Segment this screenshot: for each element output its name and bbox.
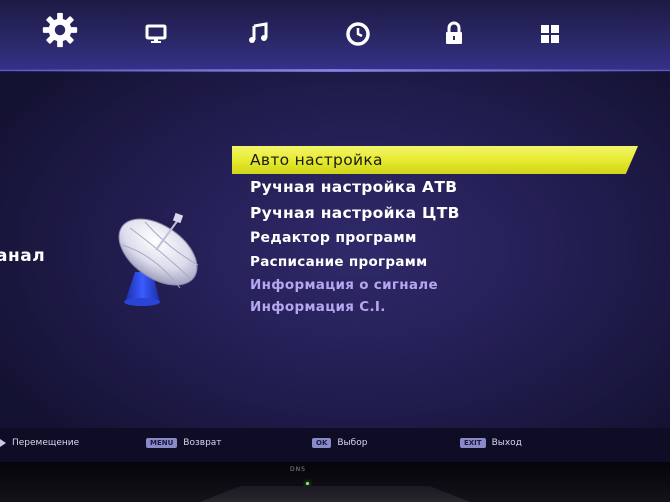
menu-item-signal-info: Информация о сигнале (250, 277, 438, 293)
monitor-icon (145, 24, 167, 43)
menu-item-ci-info: Информация C.I. (250, 299, 386, 315)
footer-hints: Перемещение MENU Возврат OK Выбор EXIT В… (0, 428, 670, 462)
menu-key-badge: MENU (146, 438, 178, 448)
menu-item-auto-tuning[interactable]: Авто настройка (232, 146, 638, 174)
tab-sound[interactable] (238, 14, 278, 54)
menu-item-manual-atv[interactable]: Ручная настройка АТВ (232, 174, 638, 200)
tab-picture[interactable] (136, 14, 176, 54)
hint-exit: EXIT Выход (460, 438, 522, 448)
clock-icon (346, 22, 370, 46)
ok-key-badge: OK (312, 438, 332, 448)
hint-back-label: Возврат (183, 438, 222, 448)
tab-lock[interactable] (434, 14, 474, 54)
windows-grid-icon (541, 25, 559, 43)
menu-item-manual-dtv[interactable]: Ручная настройка ЦТВ (232, 200, 638, 226)
exit-key-badge: EXIT (460, 438, 486, 448)
hint-back: MENU Возврат (146, 438, 222, 448)
top-tab-bar (0, 0, 670, 72)
arrow-icon (0, 439, 6, 447)
tv-bezel: DNS (0, 462, 670, 502)
gear-icon (42, 12, 78, 48)
tv-stand (200, 486, 470, 502)
music-note-icon (249, 22, 268, 43)
channel-setup-menu: Авто настройка Ручная настройка АТВ Ручн… (232, 146, 638, 318)
menu-item-schedule[interactable]: Расписание программ (232, 250, 638, 274)
tv-screen: анал Авто настройка Ручная настройка АТВ… (0, 0, 670, 462)
lock-icon (446, 21, 462, 44)
brand-logo: DNS (290, 466, 306, 473)
tab-settings[interactable] (40, 10, 80, 50)
tab-options[interactable] (530, 14, 570, 54)
hint-move: Перемещение (0, 438, 79, 448)
power-led (306, 482, 309, 485)
hint-select-label: Выбор (337, 438, 368, 448)
tab-time[interactable] (338, 14, 378, 54)
tab-bar-glow (0, 69, 670, 72)
satellite-dish-icon (118, 212, 199, 306)
hint-select: OK Выбор (312, 438, 367, 448)
hint-move-label: Перемещение (12, 438, 80, 448)
menu-item-program-editor[interactable]: Редактор программ (232, 226, 638, 250)
hint-exit-label: Выход (491, 438, 522, 448)
section-title: анал (0, 246, 46, 266)
